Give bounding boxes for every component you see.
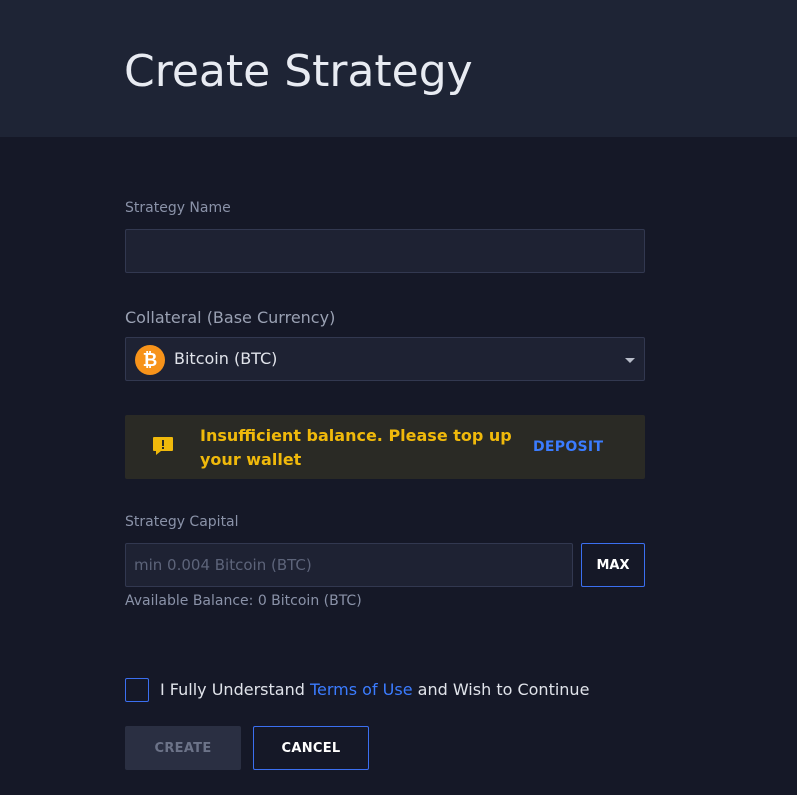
collateral-label: Collateral (Base Currency) — [125, 308, 336, 327]
terms-text: I Fully Understand Terms of Use and Wish… — [160, 680, 589, 699]
strategy-capital-label: Strategy Capital — [125, 514, 239, 530]
terms-of-use-link[interactable]: Terms of Use — [310, 680, 413, 699]
chevron-down-icon — [625, 358, 635, 363]
page-header: Create Strategy — [0, 0, 797, 137]
strategy-capital-input[interactable] — [125, 543, 573, 587]
available-balance: Available Balance: 0 Bitcoin (BTC) — [125, 593, 362, 609]
create-button[interactable]: CREATE — [125, 726, 241, 770]
terms-suffix: and Wish to Continue — [412, 680, 590, 699]
terms-checkbox[interactable] — [125, 678, 149, 702]
collateral-selected-value: Bitcoin (BTC) — [174, 349, 278, 368]
warning-message-icon — [153, 437, 173, 455]
cancel-button[interactable]: CANCEL — [253, 726, 369, 770]
page-title: Create Strategy — [124, 46, 473, 97]
terms-prefix: I Fully Understand — [160, 680, 310, 699]
strategy-name-input[interactable] — [125, 229, 645, 273]
deposit-link[interactable]: DEPOSIT — [533, 439, 603, 455]
strategy-name-label: Strategy Name — [125, 200, 231, 216]
collateral-select[interactable]: ₿ Bitcoin (BTC) — [125, 337, 645, 381]
insufficient-balance-alert: Insufficient balance. Please top up your… — [125, 415, 645, 479]
bitcoin-icon: ₿ — [135, 345, 165, 375]
alert-message: Insufficient balance. Please top up your… — [200, 426, 512, 469]
max-button[interactable]: MAX — [581, 543, 645, 587]
